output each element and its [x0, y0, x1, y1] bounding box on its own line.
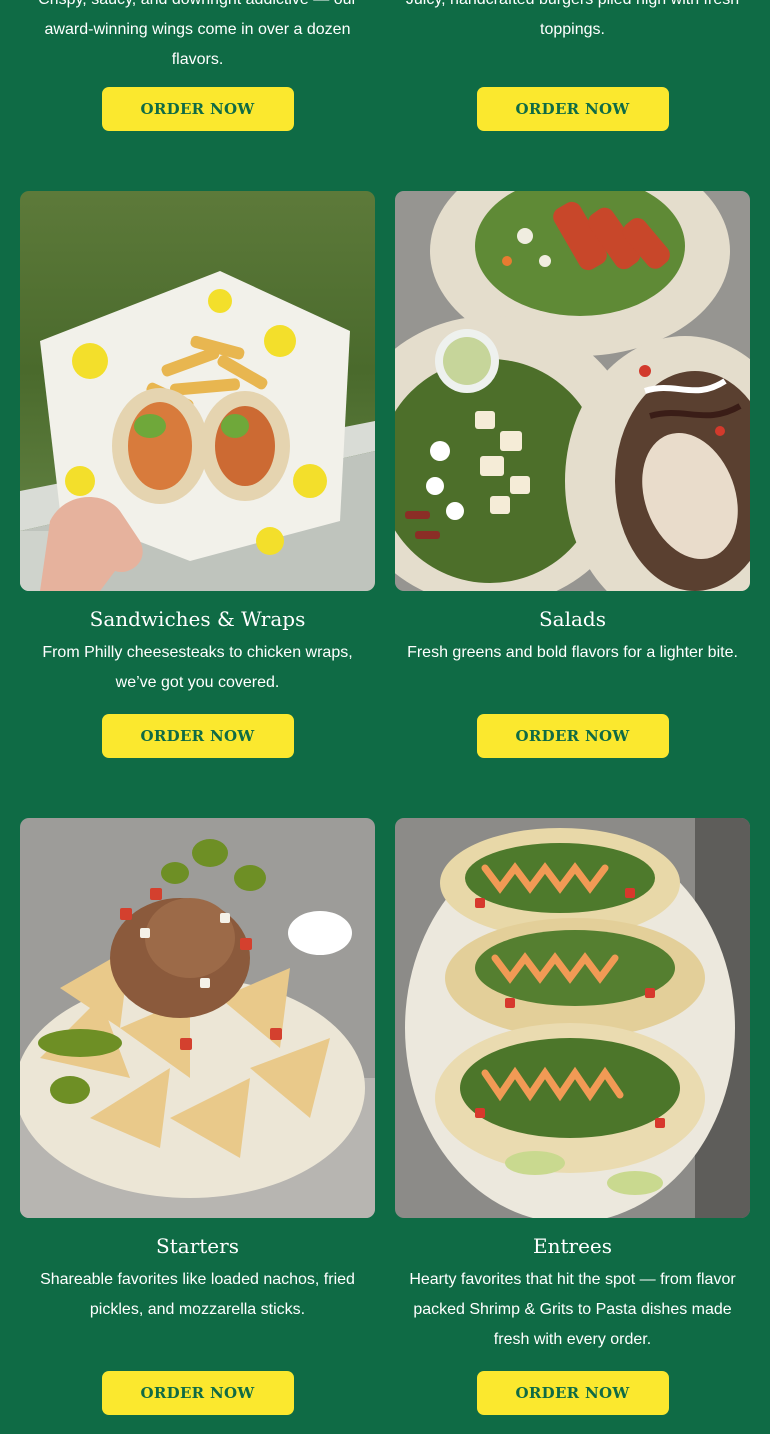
entrees-description: Hearty favorites that hit the spot — fro… — [409, 1271, 736, 1348]
wings-card: Crispy, saucy, and downright addictive —… — [20, 0, 375, 135]
salads-order-now-button[interactable]: ORDER NOW — [476, 714, 669, 758]
starters-description: Shareable favorites like loaded nachos, … — [40, 1271, 355, 1318]
entrees-card: Entrees Hearty favorites that hit the sp… — [395, 818, 750, 1418]
salads-title: Salads — [538, 607, 606, 631]
sandwiches-title: Sandwiches & Wraps — [89, 607, 306, 631]
starters-card: Starters Shareable favorites like loaded… — [20, 818, 375, 1418]
sandwiches-card: Sandwiches & Wraps From Philly cheeseste… — [20, 191, 375, 761]
nachos-plate-photo — [20, 818, 375, 1218]
salads-description: Fresh greens and bold flavors for a ligh… — [407, 644, 738, 661]
starters-order-now-button[interactable]: ORDER NOW — [101, 1371, 294, 1415]
burgers-description: Juicy, handcrafted burgers piled high wi… — [406, 0, 739, 38]
salad-plates-photo — [395, 191, 750, 591]
sandwiches-order-now-button[interactable]: ORDER NOW — [101, 714, 294, 758]
sandwiches-description: From Philly cheesesteaks to chicken wrap… — [42, 644, 353, 691]
burgers-card: Juicy, handcrafted burgers piled high wi… — [395, 0, 750, 135]
entrees-title: Entrees — [532, 1234, 612, 1258]
entrees-order-now-button[interactable]: ORDER NOW — [476, 1371, 669, 1415]
wrap-basket-photo — [20, 191, 375, 591]
wings-order-now-button[interactable]: ORDER NOW — [101, 87, 294, 131]
tacos-plate-photo — [395, 818, 750, 1218]
salads-card: Salads Fresh greens and bold flavors for… — [395, 191, 750, 761]
starters-title: Starters — [156, 1234, 239, 1258]
burgers-order-now-button[interactable]: ORDER NOW — [476, 87, 669, 131]
wings-description: Crispy, saucy, and downright addictive —… — [38, 0, 357, 68]
